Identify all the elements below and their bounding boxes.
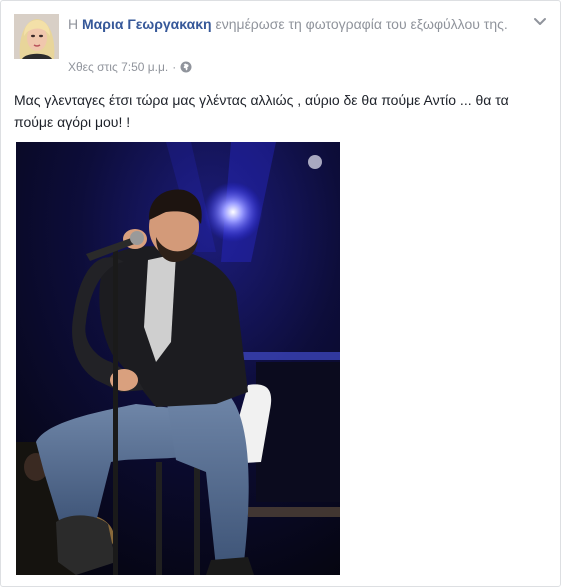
cover-photo[interactable] (16, 142, 340, 575)
post-action-text: ενημέρωσε τη φωτογραφία του εξωφύλλου τη… (215, 16, 508, 32)
cover-photo-post: Η Μαρια Γεωργακακη ενημέρωσε τη φωτογραφ… (0, 0, 561, 587)
singer-on-stage-image (16, 142, 340, 575)
chevron-down-icon[interactable] (532, 13, 548, 29)
meta-separator: · (172, 60, 177, 74)
author-name-link[interactable]: Μαρια Γεωργακακη (82, 16, 212, 32)
post-timestamp[interactable]: Χθες στις 7:50 μ.μ. (68, 59, 168, 75)
header-prefix: Η (68, 16, 79, 32)
post-meta: Χθες στις 7:50 μ.μ. · (68, 59, 192, 75)
avatar-photo (14, 14, 59, 59)
post-header: Η Μαρια Γεωργακακη ενημέρωσε τη φωτογραφ… (68, 14, 518, 34)
globe-icon[interactable] (180, 61, 192, 73)
author-avatar[interactable] (14, 14, 59, 59)
post-message: Μας γλενταγες έτσι τώρα μας γλέντας αλλι… (14, 92, 509, 130)
